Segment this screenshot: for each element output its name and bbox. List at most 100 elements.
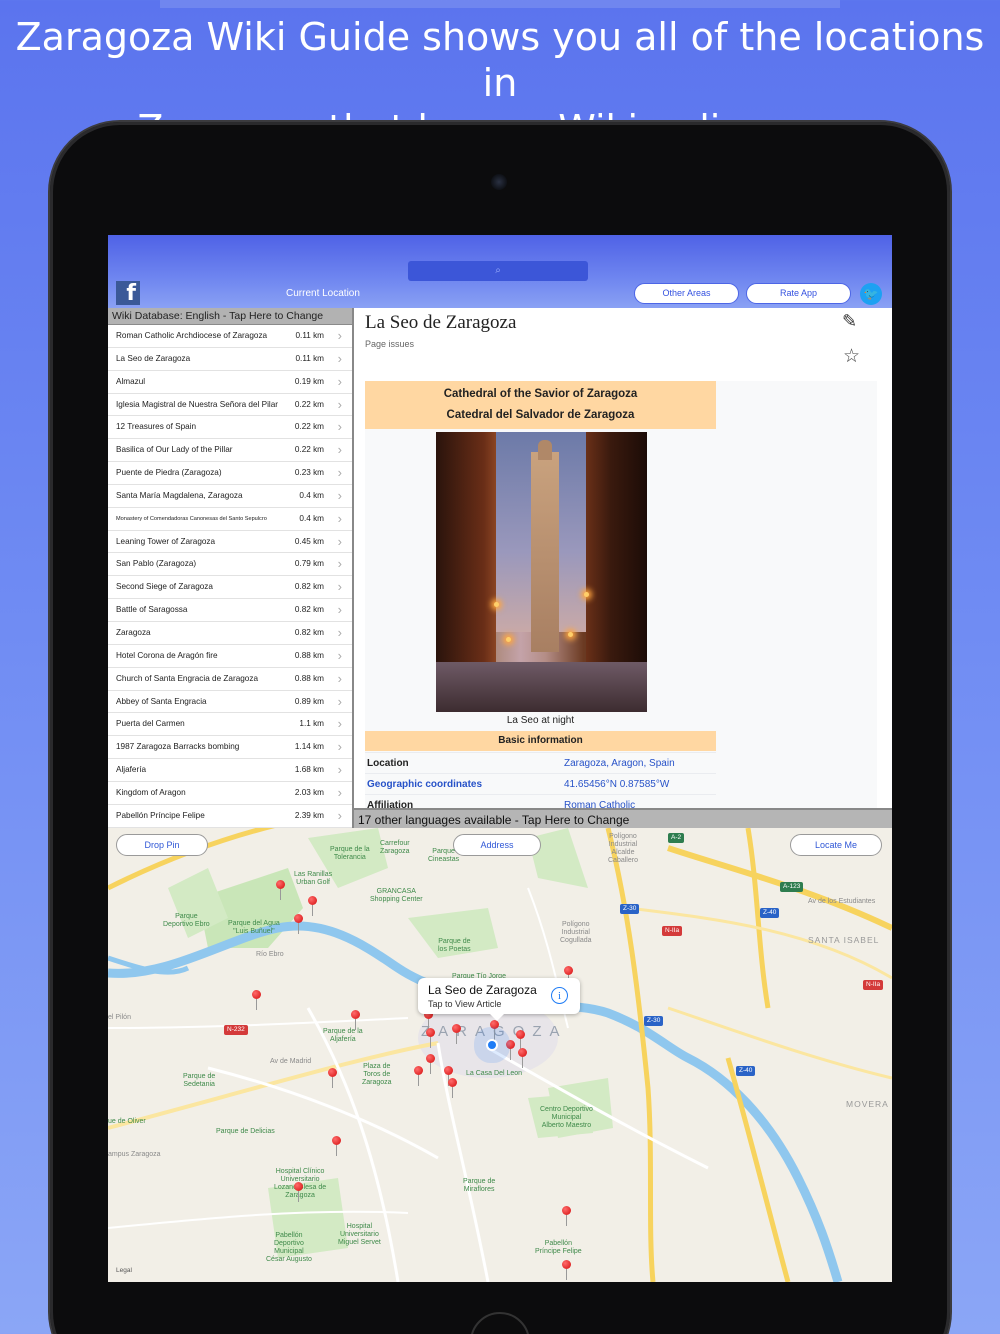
list-item-distance: 0.89 km (294, 696, 324, 706)
twitter-icon[interactable]: 🐦 (860, 283, 882, 305)
map-pin-icon[interactable] (562, 1260, 571, 1280)
callout-title: La Seo de Zaragoza (428, 983, 537, 997)
list-item-name: Abbey of Santa Engracia (116, 696, 207, 706)
list-item[interactable]: Zaragoza 0.82 km › (108, 622, 352, 645)
list-item-distance: 0.4 km (299, 490, 324, 500)
list-item[interactable]: La Seo de Zaragoza 0.11 km › (108, 348, 352, 371)
list-item[interactable]: Hotel Corona de Aragón fire 0.88 km › (108, 645, 352, 668)
list-item-distance: 1.68 km (294, 765, 324, 775)
list-item[interactable]: Aljafería 1.68 km › (108, 759, 352, 782)
map-pin-icon[interactable] (351, 1010, 360, 1030)
map-pin-icon[interactable] (516, 1030, 525, 1050)
info-row-affiliation: Affiliation Roman Catholic (365, 794, 716, 808)
map-pin-icon[interactable] (452, 1024, 461, 1044)
list-item[interactable]: Almazul 0.19 km › (108, 371, 352, 394)
drop-pin-button[interactable]: Drop Pin (116, 834, 208, 856)
chevron-right-icon: › (337, 602, 342, 618)
map-pin-icon[interactable] (448, 1078, 457, 1098)
cathedral-photo[interactable] (436, 432, 647, 712)
list-item-distance: 1.1 km (299, 719, 324, 729)
map-pin-icon[interactable] (564, 966, 573, 986)
list-item[interactable]: Santa María Magdalena, Zaragoza 0.4 km › (108, 485, 352, 508)
map-pin-icon[interactable] (294, 914, 303, 934)
map-pin-icon[interactable] (506, 1040, 515, 1060)
list-item-name: Puerta del Carmen (116, 719, 185, 729)
info-icon[interactable]: i (551, 987, 568, 1004)
list-item-name: Zaragoza (116, 627, 151, 637)
list-item[interactable]: Monastery of Comendadoras Canonesas del … (108, 508, 352, 531)
search-button[interactable]: ⌕ (408, 261, 588, 281)
list-item-distance: 0.23 km (294, 468, 324, 478)
map-pin-icon[interactable] (518, 1048, 527, 1068)
map-callout[interactable]: La Seo de Zaragoza Tap to View Article i (418, 978, 580, 1021)
list-item[interactable]: Church of Santa Engracia de Zaragoza 0.88… (108, 668, 352, 691)
map-label-aljaferia: Parque de la Aljafería (323, 1028, 363, 1043)
map-label-pabellon-felipe: Pabellón Príncipe Felipe (535, 1240, 582, 1255)
list-item[interactable]: Roman Catholic Archdiocese of Zaragoza 0.… (108, 325, 352, 348)
list-item[interactable]: 12 Treasures of Spain 0.22 km › (108, 416, 352, 440)
list-item[interactable]: Pabellón Príncipe Felipe 2.39 km › (108, 805, 352, 828)
list-item[interactable]: Puente de Piedra (Zaragoza) 0.23 km › (108, 462, 352, 485)
list-item[interactable]: Basilica of Our Lady of the Pillar 0.22 k… (108, 439, 352, 463)
home-button[interactable] (470, 1312, 530, 1334)
rate-app-button[interactable]: Rate App (746, 283, 851, 304)
list-item[interactable]: Puerta del Carmen 1.1 km › (108, 713, 352, 737)
map-pin-icon[interactable] (328, 1068, 337, 1088)
map-canvas (108, 828, 892, 1282)
star-icon[interactable]: ☆ (843, 345, 860, 368)
list-item[interactable]: Second Siege of Zaragoza 0.82 km › (108, 576, 352, 600)
map-pin-icon[interactable] (252, 990, 261, 1010)
location-link[interactable]: Zaragoza, Aragon, Spain (564, 753, 675, 774)
map-label-sedetania: Parque de Sedetania (183, 1073, 216, 1088)
list-item-name: La Seo de Zaragoza (116, 353, 191, 363)
list-item[interactable]: Battle of Saragossa 0.82 km › (108, 599, 352, 622)
road-badge-a123: A-123 (780, 882, 804, 892)
list-item[interactable]: Iglesia Magistral de Nuestra Señora del … (108, 394, 352, 417)
map-label-santa-isabel: SANTA ISABEL (808, 935, 880, 945)
map-label-cogullada: Polígono Industrial Cogullada (560, 921, 592, 944)
map-pin-icon[interactable] (562, 1206, 571, 1226)
list-item[interactable]: Leaning Tower of Zaragoza 0.45 km › (108, 531, 352, 554)
locate-me-button[interactable]: Locate Me (790, 834, 882, 856)
list-item[interactable]: Abbey of Santa Engracia 0.89 km › (108, 691, 352, 714)
edit-pencil-icon[interactable]: ✎ (842, 311, 857, 332)
list-item-distance: 0.88 km (294, 650, 324, 660)
wiki-database-selector[interactable]: Wiki Database: English - Tap Here to Cha… (108, 308, 352, 325)
road-badge-z30: Z-30 (620, 904, 640, 914)
map-pin-icon[interactable] (490, 1020, 499, 1040)
chevron-right-icon: › (337, 762, 342, 778)
facebook-icon[interactable]: f (116, 281, 140, 306)
list-item-name: 12 Treasures of Spain (116, 422, 197, 432)
map-legal-link[interactable]: Legal (116, 1267, 132, 1274)
map-pin-icon[interactable] (332, 1136, 341, 1156)
affiliation-link[interactable]: Roman Catholic (564, 795, 635, 808)
list-item[interactable]: 1987 Zaragoza Barracks bombing 1.14 km › (108, 736, 352, 760)
list-item-name: Basilica of Our Lady of the Pillar (116, 445, 233, 455)
camera-icon (491, 174, 507, 190)
search-icon: ⌕ (495, 265, 501, 276)
page-issues-link[interactable]: Page issues (365, 339, 414, 349)
map-pin-icon[interactable] (444, 1066, 453, 1086)
list-item-distance: 0.88 km (294, 673, 324, 683)
map-pin-icon[interactable] (294, 1182, 303, 1202)
article-view: La Seo de Zaragoza Page issues ✎ ☆ Cathe… (354, 308, 892, 808)
list-item-name: Aljafería (116, 765, 147, 775)
address-button[interactable]: Address (453, 834, 541, 856)
map-pin-icon[interactable] (308, 896, 317, 916)
map-pin-icon[interactable] (426, 1028, 435, 1048)
map-pin-icon[interactable] (276, 880, 285, 900)
map-label-deportivo-ebro: Parque Deportivo Ebro (163, 913, 210, 928)
language-selector-bar[interactable]: 17 other languages available - Tap Here … (354, 808, 892, 828)
coordinates-link[interactable]: 41.65456°N 0.87585°W (564, 774, 669, 795)
list-item-name: Kingdom of Aragon (116, 787, 186, 797)
chevron-right-icon: › (337, 716, 342, 732)
map-pin-icon[interactable] (426, 1054, 435, 1074)
map-pin-icon[interactable] (414, 1066, 423, 1086)
map-view[interactable]: Drop Pin Address Locate Me Las Ranillas … (108, 828, 892, 1282)
list-item[interactable]: San Pablo (Zaragoza) 0.79 km › (108, 553, 352, 577)
list-item[interactable]: Kingdom of Aragon 2.03 km › (108, 782, 352, 805)
basic-info-header: Basic information (365, 731, 716, 751)
other-areas-button[interactable]: Other Areas (634, 283, 739, 304)
map-label-pabellon-cesar: Pabellón Deportivo Municipal César Augus… (266, 1232, 312, 1263)
list-item-name: Second Siege of Zaragoza (116, 582, 213, 592)
